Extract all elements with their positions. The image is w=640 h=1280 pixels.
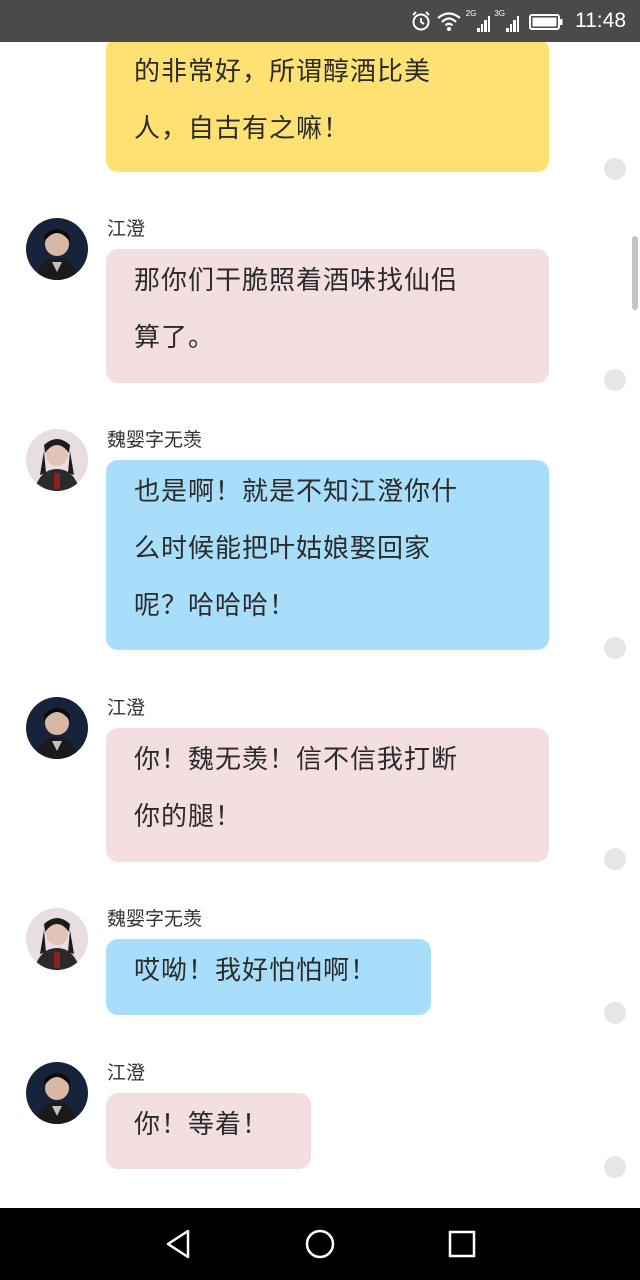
navigation-bar [0,1208,640,1280]
network-2g-label: 2G [465,9,477,18]
read-status-dot [604,1156,626,1178]
read-status-dot [604,158,626,180]
sender-name: 魏婴字无羡 [107,908,203,930]
message-line: 么时候能把叶姑娘娶回家 [134,534,432,564]
read-status-dot [604,1002,626,1024]
message-line: 也是啊！就是不知江澄你什 [134,477,459,507]
back-icon [166,1229,190,1259]
message-line: 你！等着！ [134,1110,270,1140]
read-status-dot [604,369,626,391]
sender-name: 魏婴字无羡 [107,429,203,451]
signal-icon-3g: 3G [494,10,519,32]
message-bubble[interactable]: 也是啊！就是不知江澄你什 么时候能把叶姑娘娶回家 呢？哈哈哈！ [106,460,549,650]
sender-name: 江澄 [107,218,146,240]
avatar[interactable] [26,429,88,491]
sender-name: 江澄 [107,697,146,719]
read-status-dot [604,848,626,870]
status-icons: 2G 3G 11:48 [410,0,626,42]
message-line: 人，自古有之嘛！ [134,114,351,144]
network-3g-label: 3G [494,9,505,18]
message-bubble[interactable]: 你！等着！ [106,1093,311,1169]
message-bubble[interactable]: 哎呦！我好怕怕啊！ [106,939,431,1015]
message-bubble[interactable]: 你！魏无羡！信不信我打断 你的腿！ [106,728,549,862]
avatar[interactable] [26,908,88,970]
message-line: 哎呦！我好怕怕啊！ [134,956,378,986]
message-bubble[interactable]: 那你们干脆照着酒味找仙侣 算了。 [106,249,549,383]
clock-time: 11:48 [575,9,626,32]
message-bubble[interactable]: 的非常好，所谓醇酒比美 人，自古有之嘛！ [106,42,549,172]
message-line: 那你们干脆照着酒味找仙侣 [134,266,459,296]
alarm-icon [410,10,432,32]
signal-icon-2g: 2G [466,10,491,32]
home-button[interactable] [302,1226,338,1262]
avatar[interactable] [26,1062,88,1124]
message-line: 你！魏无羡！信不信我打断 [134,745,459,775]
message-line: 的非常好，所谓醇酒比美 [134,57,432,87]
read-status-dot [604,637,626,659]
home-icon [305,1229,335,1259]
message-line: 你的腿！ [134,802,243,832]
avatar[interactable] [26,697,88,759]
recents-button[interactable] [444,1226,480,1262]
avatar[interactable] [26,218,88,280]
sender-name: 江澄 [107,1062,146,1084]
message-line: 呢？哈哈哈！ [134,591,297,621]
back-button[interactable] [160,1226,196,1262]
scrollbar-thumb[interactable] [632,236,638,310]
battery-icon [529,10,563,32]
message-line: 算了。 [134,323,216,353]
chat-area[interactable]: 的非常好，所谓醇酒比美 人，自古有之嘛！ 江澄 那你们干脆照着酒味找仙侣 算了。… [0,42,640,1208]
status-bar: 2G 3G 11:48 [0,0,640,42]
recents-icon [448,1230,476,1258]
wifi-icon [436,10,462,32]
